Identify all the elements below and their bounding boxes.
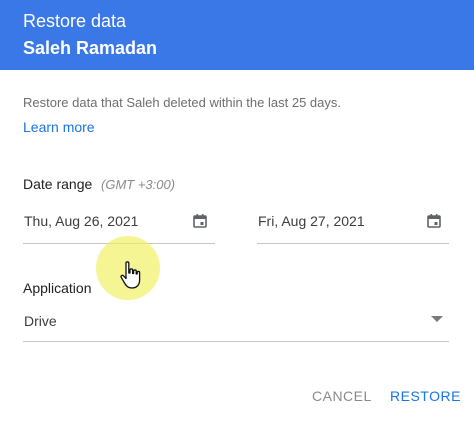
end-date-value: Fri, Aug 27, 2021	[258, 213, 365, 229]
application-selected-value: Drive	[24, 313, 57, 329]
calendar-icon[interactable]	[427, 214, 441, 228]
restore-button[interactable]: RESTORE	[390, 388, 461, 404]
calendar-icon[interactable]	[193, 214, 207, 228]
dropdown-arrow-icon[interactable]	[431, 316, 443, 322]
application-select[interactable]: Drive	[23, 305, 449, 342]
start-date-value: Thu, Aug 26, 2021	[24, 213, 139, 229]
hand-cursor-icon	[120, 261, 141, 289]
end-date-field[interactable]: Fri, Aug 27, 2021	[257, 205, 449, 244]
restore-data-dialog: Restore data Saleh Ramadan Restore data …	[0, 0, 474, 425]
learn-more-link[interactable]: Learn more	[23, 119, 95, 135]
dialog-header: Restore data Saleh Ramadan	[0, 0, 474, 70]
restore-description: Restore data that Saleh deleted within t…	[23, 95, 341, 110]
user-name: Saleh Ramadan	[23, 38, 158, 58]
application-label: Application	[23, 280, 92, 296]
cancel-button[interactable]: CANCEL	[312, 388, 372, 404]
timezone-label: (GMT +3:00)	[101, 177, 176, 192]
dialog-title: Restore data	[23, 11, 127, 31]
date-range-label: Date range	[23, 176, 93, 192]
